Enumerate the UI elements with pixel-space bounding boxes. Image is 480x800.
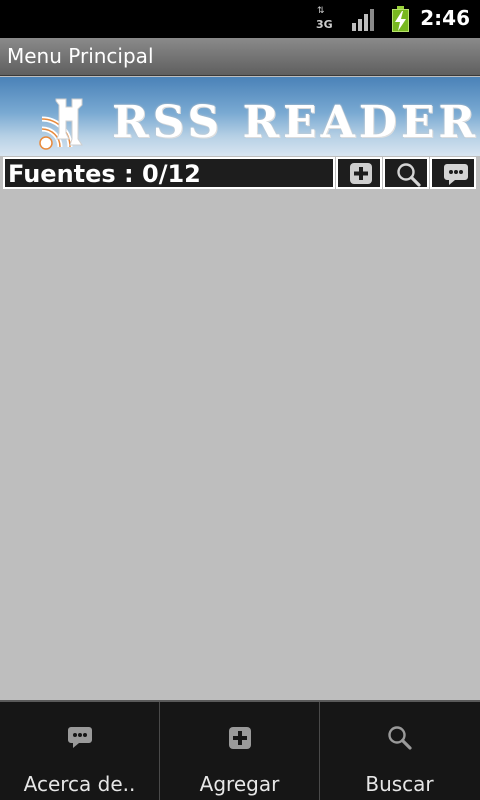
plus-icon <box>350 163 372 184</box>
menu-label-add: Agregar <box>199 772 280 796</box>
plus-icon <box>229 727 251 749</box>
chat-bubble-icon <box>444 164 468 185</box>
banner-title: RSS READER <box>112 97 479 148</box>
battery-charging-icon <box>392 6 409 32</box>
sources-label: Fuentes : 0/12 <box>8 160 201 188</box>
status-bar: ⇅ 3G 2:46 <box>0 0 480 38</box>
rss-logo-icon <box>39 98 83 150</box>
search-button[interactable] <box>383 157 429 189</box>
menu-label-about: Acerca de.. <box>23 772 136 796</box>
page-title: Menu Principal <box>7 44 154 68</box>
title-bar: Menu Principal <box>0 38 480 76</box>
status-time: 2:46 <box>420 6 470 30</box>
about-button[interactable] <box>430 157 476 189</box>
menu-item-add[interactable]: Agregar <box>160 702 319 800</box>
signal-icon <box>352 9 376 31</box>
sources-counter: Fuentes : 0/12 <box>3 157 335 189</box>
menu-item-search[interactable]: Buscar <box>320 702 479 800</box>
search-icon <box>388 726 412 750</box>
sources-toolbar: Fuentes : 0/12 <box>3 157 477 189</box>
options-menu: Acerca de.. Agregar Buscar <box>0 700 480 800</box>
menu-item-about[interactable]: Acerca de.. <box>0 702 159 800</box>
sources-list <box>0 190 480 700</box>
menu-label-search: Buscar <box>365 772 434 796</box>
chat-bubble-icon <box>68 727 92 748</box>
add-source-button[interactable] <box>336 157 382 189</box>
app-banner: RSS READER <box>0 77 480 156</box>
network-label: 3G <box>316 18 333 31</box>
network-arrows: ⇅ <box>317 6 324 16</box>
search-icon <box>397 163 421 187</box>
data-arrows-icon: ⇅ 3G <box>314 6 336 32</box>
